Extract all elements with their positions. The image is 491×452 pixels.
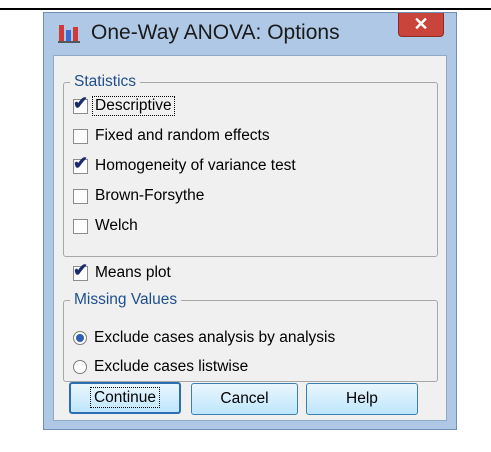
checkbox-box[interactable] bbox=[73, 218, 88, 234]
welch-label: Welch bbox=[95, 217, 138, 234]
checkbox-box[interactable]: ✔ bbox=[73, 261, 88, 281]
brown-forsythe-checkbox[interactable]: Brown-Forsythe bbox=[73, 185, 204, 207]
radio-button[interactable] bbox=[73, 360, 87, 374]
check-mark-icon: ✔ bbox=[73, 259, 89, 280]
help-button[interactable]: Help bbox=[306, 383, 418, 415]
welch-checkbox[interactable]: Welch bbox=[73, 215, 138, 237]
app-chart-icon bbox=[58, 25, 80, 43]
descriptive-checkbox[interactable]: ✔ Descriptive bbox=[73, 94, 175, 117]
options-dialog: One-Way ANOVA: Options ✕ Statistics ✔ De… bbox=[43, 12, 457, 430]
cancel-label: Cancel bbox=[220, 390, 269, 407]
check-mark-icon: ✔ bbox=[73, 92, 89, 113]
dialog-body: Statistics ✔ Descriptive Fixed and rando… bbox=[53, 55, 447, 421]
help-label: Help bbox=[346, 390, 378, 407]
homogeneity-checkbox[interactable]: ✔ Homogeneity of variance test bbox=[73, 154, 296, 177]
cancel-button[interactable]: Cancel bbox=[191, 383, 298, 415]
title-bar[interactable]: One-Way ANOVA: Options ✕ bbox=[44, 13, 456, 55]
checkbox-box[interactable] bbox=[73, 188, 88, 204]
statistics-legend: Statistics bbox=[74, 73, 137, 90]
dialog-title: One-Way ANOVA: Options bbox=[91, 21, 340, 44]
checkbox-box[interactable] bbox=[73, 128, 88, 144]
means-plot-label: Means plot bbox=[95, 264, 171, 281]
brown-forsythe-label: Brown-Forsythe bbox=[95, 187, 205, 204]
exclude-analysis-radio[interactable]: Exclude cases analysis by analysis bbox=[73, 327, 335, 349]
fixed-random-effects-checkbox[interactable]: Fixed and random effects bbox=[73, 125, 270, 147]
means-plot-checkbox[interactable]: ✔ Means plot bbox=[73, 261, 171, 284]
close-icon: ✕ bbox=[413, 14, 429, 34]
top-rule bbox=[0, 8, 491, 10]
exclude-analysis-label: Exclude cases analysis by analysis bbox=[94, 329, 336, 346]
check-mark-icon: ✔ bbox=[73, 152, 89, 173]
exclude-listwise-label: Exclude cases listwise bbox=[94, 358, 249, 375]
continue-label: Continue bbox=[89, 387, 161, 408]
exclude-listwise-radio[interactable]: Exclude cases listwise bbox=[73, 356, 248, 378]
radio-selected-dot bbox=[76, 334, 84, 342]
missing-values-legend: Missing Values bbox=[74, 291, 178, 308]
close-button[interactable]: ✕ bbox=[398, 13, 444, 37]
fixed-random-effects-label: Fixed and random effects bbox=[95, 127, 270, 144]
checkbox-box[interactable]: ✔ bbox=[73, 154, 88, 174]
continue-button[interactable]: Continue bbox=[69, 382, 181, 414]
checkbox-box[interactable]: ✔ bbox=[73, 94, 88, 114]
homogeneity-label: Homogeneity of variance test bbox=[95, 157, 296, 174]
descriptive-label: Descriptive bbox=[92, 96, 175, 116]
radio-button[interactable] bbox=[73, 331, 87, 345]
